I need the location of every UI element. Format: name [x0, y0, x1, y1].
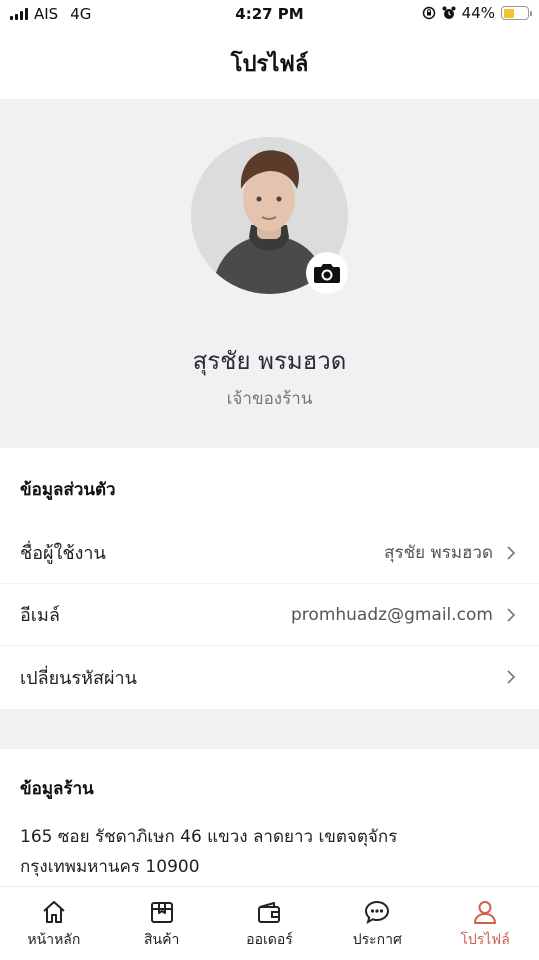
- bottom-tab-bar: หน้าหลัก สินค้า ออเดอร์ ประกาศ โปรไฟล์: [0, 886, 539, 960]
- status-right: 44%: [422, 4, 532, 22]
- home-icon: [41, 899, 67, 925]
- username-label: ชื่อผู้ใช้งาน: [20, 543, 106, 564]
- tab-products[interactable]: สินค้า: [108, 887, 216, 960]
- chat-icon: [364, 899, 390, 925]
- chevron-right-icon: [503, 544, 519, 562]
- shop-info-title: ข้อมูลร้าน: [20, 779, 94, 799]
- profile-header: สุรชัย พรมฮวด เจ้าของร้าน: [0, 99, 539, 448]
- orientation-lock-icon: [422, 6, 435, 20]
- tab-profile-label: โปรไฟล์: [460, 932, 510, 948]
- email-value: promhuadz@gmail.com: [291, 604, 493, 625]
- profile-name: สุรชัย พรมฮวด: [192, 347, 347, 375]
- change-photo-button[interactable]: [306, 252, 348, 294]
- personal-info-title: ข้อมูลส่วนตัว: [20, 480, 116, 500]
- email-label: อีเมล์: [20, 605, 60, 626]
- chevron-right-icon: [503, 668, 519, 686]
- tab-orders-label: ออเดอร์: [246, 932, 293, 948]
- section-divider: [0, 709, 539, 749]
- shop-address-line1: 165 ซอย รัชดาภิเษก 46 แขวง ลาดยาว เขตจตุ…: [20, 827, 398, 847]
- tab-profile[interactable]: โปรไฟล์: [431, 887, 539, 960]
- tab-announcements[interactable]: ประกาศ: [323, 887, 431, 960]
- change-password-label: เปลี่ยนรหัสผ่าน: [20, 667, 137, 689]
- battery-fill: [503, 8, 514, 18]
- alarm-icon: [442, 6, 456, 19]
- change-password-row[interactable]: เปลี่ยนรหัสผ่าน: [0, 646, 539, 708]
- battery-icon: [501, 6, 532, 20]
- page-title: โปรไฟล์: [230, 52, 309, 77]
- battery-percent: 44%: [461, 4, 495, 22]
- box-icon: [149, 899, 175, 925]
- tab-orders[interactable]: ออเดอร์: [216, 887, 324, 960]
- username-value: สุรชัย พรมฮวด: [384, 543, 493, 563]
- shop-address-line2: กรุงเทพมหานคร 10900: [20, 857, 200, 877]
- chevron-right-icon: [503, 606, 519, 624]
- tab-home-label: หน้าหลัก: [27, 932, 81, 948]
- shop-address: 165 ซอย รัชดาภิเษก 46 แขวง ลาดยาว เขตจตุ…: [20, 822, 520, 882]
- user-icon: [472, 899, 498, 925]
- tab-products-label: สินค้า: [144, 932, 180, 948]
- tab-announcements-label: ประกาศ: [352, 932, 402, 948]
- tab-home[interactable]: หน้าหลัก: [0, 887, 108, 960]
- status-bar: AIS 4G 4:27 PM 44%: [0, 0, 539, 30]
- username-row[interactable]: ชื่อผู้ใช้งาน สุรชัย พรมฮวด: [0, 522, 539, 584]
- profile-role: เจ้าของร้าน: [226, 389, 313, 409]
- camera-icon: [314, 264, 340, 283]
- wallet-icon: [256, 899, 282, 925]
- email-row[interactable]: อีเมล์ promhuadz@gmail.com: [0, 584, 539, 646]
